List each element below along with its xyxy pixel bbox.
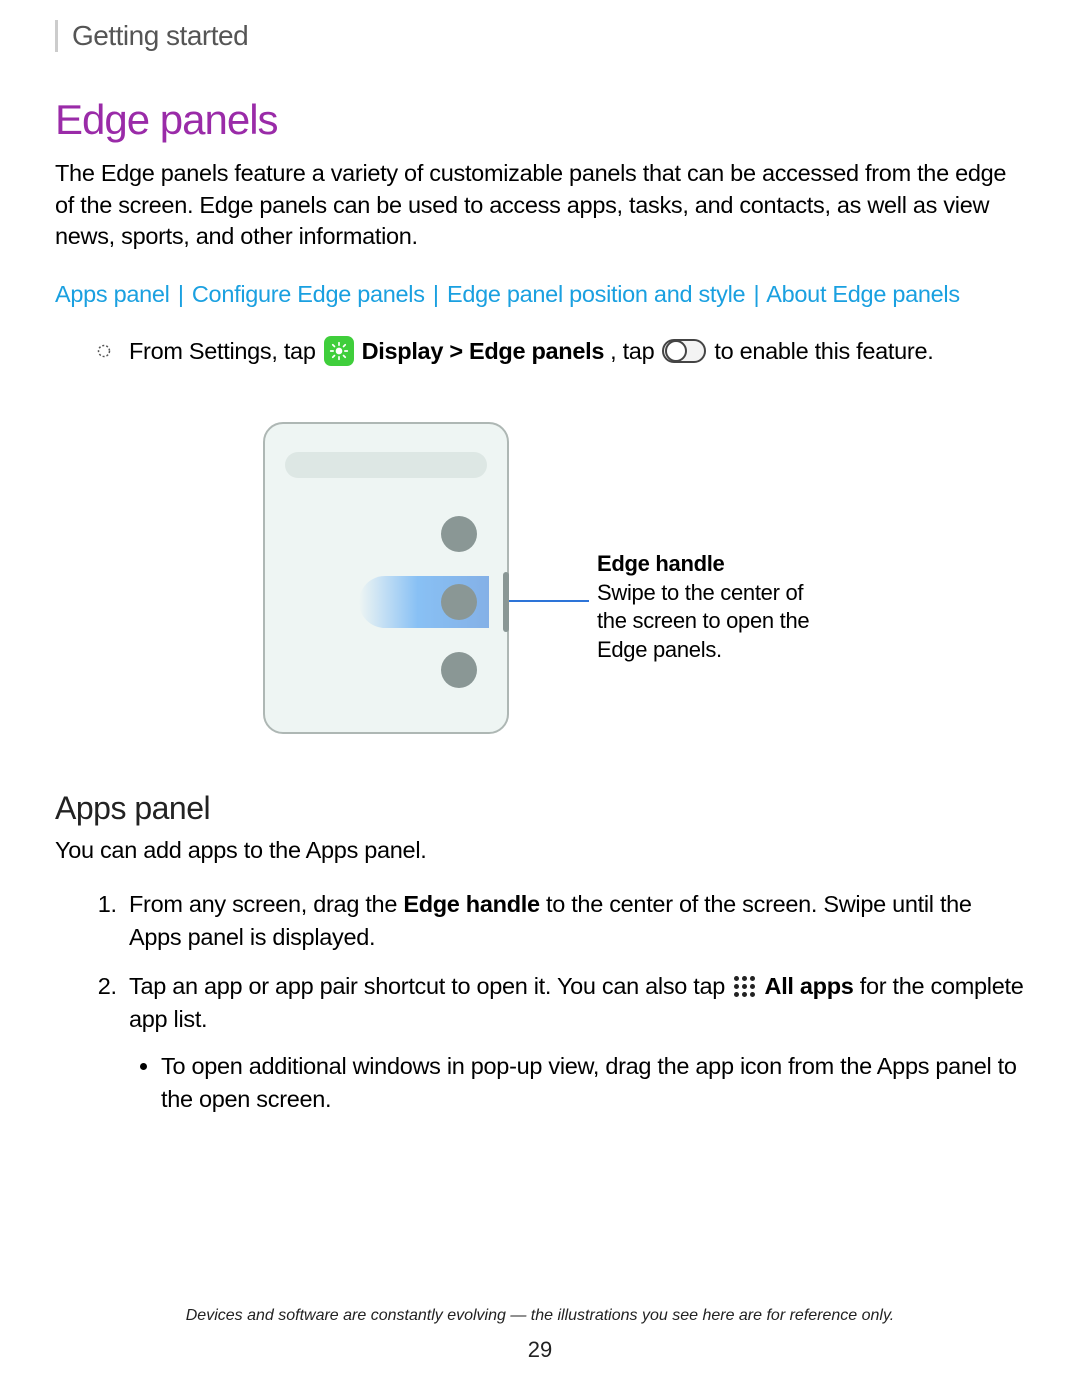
phone-camera-dot	[441, 652, 477, 688]
callout-title: Edge handle	[597, 551, 725, 576]
apps-panel-intro: You can add apps to the Apps panel.	[55, 837, 1025, 864]
callout-text: Swipe to the center of the screen to ope…	[597, 580, 809, 662]
instruction-text-3: to enable this feature.	[714, 338, 933, 365]
link-edge-panel-position[interactable]: Edge panel position and style	[447, 281, 745, 307]
step-bold: Edge handle	[403, 891, 539, 917]
page-number: 29	[0, 1337, 1080, 1363]
footer-note: Devices and software are constantly evol…	[0, 1307, 1080, 1325]
apps-panel-heading: Apps panel	[55, 790, 1025, 827]
link-configure-edge-panels[interactable]: Configure Edge panels	[192, 281, 425, 307]
diagram-callout: Edge handle Swipe to the center of the s…	[597, 550, 817, 664]
phone-status-bar	[285, 452, 487, 478]
link-separator: |	[431, 281, 441, 307]
link-row: Apps panel | Configure Edge panels | Edg…	[55, 281, 1025, 308]
step-2-sub-item: To open additional windows in pop-up vie…	[161, 1050, 1025, 1116]
step-bold: All apps	[765, 973, 854, 999]
edge-handle-diagram: Edge handle Swipe to the center of the s…	[55, 422, 1025, 734]
step-2: Tap an app or app pair shortcut to open …	[123, 970, 1025, 1116]
steps-list: From any screen, drag the Edge handle to…	[55, 888, 1025, 1115]
step-2-sublist: To open additional windows in pop-up vie…	[129, 1050, 1025, 1116]
link-apps-panel[interactable]: Apps panel	[55, 281, 170, 307]
display-settings-icon	[324, 336, 354, 366]
phone-illustration	[263, 422, 509, 734]
instruction-text-1: From Settings, tap	[129, 338, 316, 365]
step-text: From any screen, drag the	[129, 891, 403, 917]
step-text: Tap an app or app pair shortcut to open …	[129, 973, 725, 999]
section-title: Edge panels	[55, 96, 1025, 144]
edge-handle-bar	[503, 572, 509, 632]
all-apps-grid-icon	[734, 976, 755, 997]
phone-camera-dot	[441, 584, 477, 620]
phone-camera-dot	[441, 516, 477, 552]
link-about-edge-panels[interactable]: About Edge panels	[766, 281, 960, 307]
link-separator: |	[752, 281, 762, 307]
callout-line	[509, 600, 589, 602]
intro-paragraph: The Edge panels feature a variety of cus…	[55, 158, 1025, 253]
breadcrumb: Getting started	[55, 20, 1025, 52]
step-1: From any screen, drag the Edge handle to…	[123, 888, 1025, 954]
instruction-row: From Settings, tap Display > Edge panels…	[55, 336, 1025, 366]
page-footer: Devices and software are constantly evol…	[0, 1307, 1080, 1363]
instruction-text-2: , tap	[610, 338, 654, 365]
link-separator: |	[176, 281, 186, 307]
bullet-circle-icon	[97, 344, 111, 358]
instruction-bold-path: Display > Edge panels	[362, 338, 605, 365]
toggle-off-icon	[662, 339, 706, 363]
